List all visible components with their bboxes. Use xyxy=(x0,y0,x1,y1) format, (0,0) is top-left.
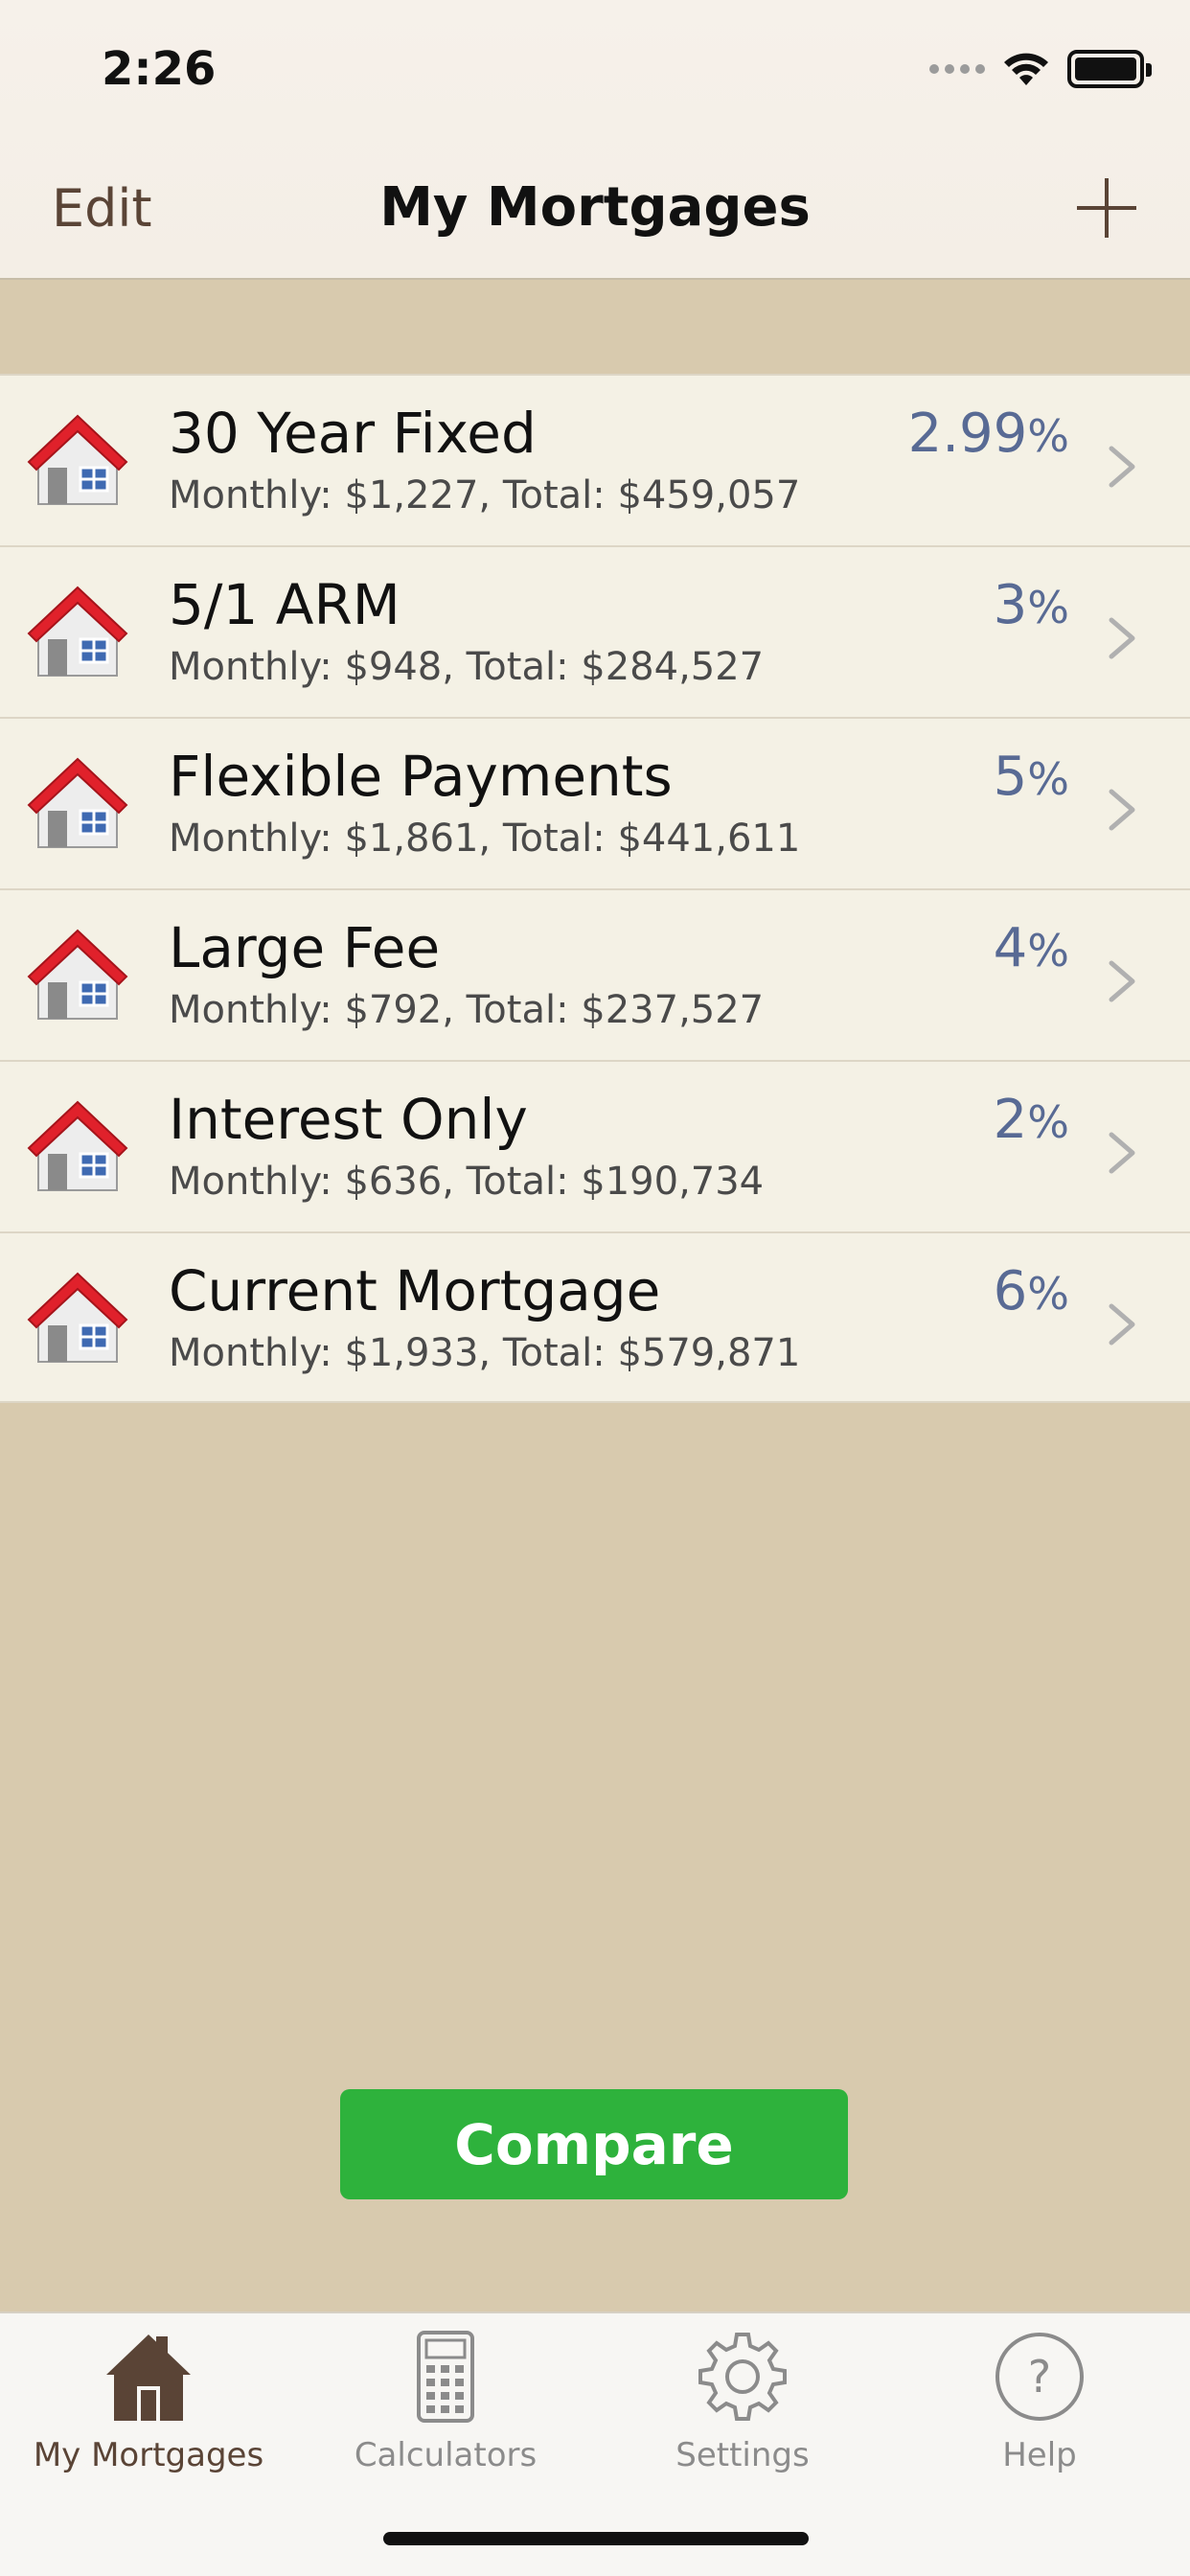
chevron-right-icon xyxy=(1109,617,1135,659)
page-title: My Mortgages xyxy=(379,176,811,239)
rate-value: 6 xyxy=(993,1260,1028,1322)
mortgage-name: Interest Only xyxy=(169,1087,528,1152)
chevron-right-icon xyxy=(1109,789,1135,831)
status-icons xyxy=(929,50,1152,88)
tab-settings[interactable]: Settings xyxy=(594,2329,891,2474)
tab-help[interactable]: ? Help xyxy=(891,2329,1188,2474)
mortgage-rate: 2.99% xyxy=(908,402,1069,465)
mortgage-name: Flexible Payments xyxy=(169,744,673,809)
calculator-icon xyxy=(417,2331,474,2423)
house-icon xyxy=(27,1272,128,1363)
mortgage-row[interactable]: 5/1 ARM Monthly: $948, Total: $284,527 3… xyxy=(0,545,1190,717)
question-icon: ? xyxy=(995,2333,1084,2421)
chevron-right-icon xyxy=(1109,960,1135,1002)
percent-sign: % xyxy=(1027,753,1069,805)
add-mortgage-button[interactable] xyxy=(1077,178,1136,238)
mortgage-row[interactable]: Flexible Payments Monthly: $1,861, Total… xyxy=(0,717,1190,888)
mortgage-rate: 6% xyxy=(994,1260,1069,1322)
compare-button[interactable]: Compare xyxy=(340,2089,848,2199)
battery-icon xyxy=(1067,50,1152,88)
chevron-right-icon xyxy=(1109,446,1135,488)
mortgage-row[interactable]: Current Mortgage Monthly: $1,933, Total:… xyxy=(0,1231,1190,1403)
tab-my-mortgages[interactable]: My Mortgages xyxy=(0,2329,297,2474)
home-indicator xyxy=(383,2532,809,2545)
svg-text:?: ? xyxy=(1028,2351,1051,2403)
top-bar: 2:26 Edit My Mortgages xyxy=(0,0,1190,280)
mortgage-summary: Monthly: $792, Total: $237,527 xyxy=(169,988,765,1032)
mortgage-rate: 2% xyxy=(994,1089,1069,1151)
status-time: 2:26 xyxy=(102,42,217,96)
rate-value: 2 xyxy=(993,1089,1028,1151)
mortgage-name: 5/1 ARM xyxy=(169,572,400,637)
mortgage-row[interactable]: Interest Only Monthly: $636, Total: $190… xyxy=(0,1060,1190,1231)
chevron-right-icon xyxy=(1109,1132,1135,1174)
screen: 2:26 Edit My Mortgages 30 Year Fixed Mon… xyxy=(0,0,1190,2576)
signal-icon xyxy=(929,64,985,74)
percent-sign: % xyxy=(1027,1096,1069,1148)
mortgage-summary: Monthly: $1,861, Total: $441,611 xyxy=(169,816,801,861)
tab-label: My Mortgages xyxy=(33,2436,264,2474)
tab-label: Help xyxy=(1002,2436,1077,2474)
mortgage-name: 30 Year Fixed xyxy=(169,401,537,466)
mortgage-rate: 5% xyxy=(994,746,1069,808)
mortgage-row[interactable]: 30 Year Fixed Monthly: $1,227, Total: $4… xyxy=(0,374,1190,545)
wifi-icon xyxy=(1002,51,1050,87)
house-icon xyxy=(27,414,128,505)
mortgage-summary: Monthly: $1,933, Total: $579,871 xyxy=(169,1331,801,1375)
tab-label: Calculators xyxy=(354,2436,538,2474)
house-icon xyxy=(27,1100,128,1191)
mortgage-name: Large Fee xyxy=(169,915,441,980)
percent-sign: % xyxy=(1027,410,1069,462)
mortgage-list: 30 Year Fixed Monthly: $1,227, Total: $4… xyxy=(0,374,1190,1403)
mortgage-name: Current Mortgage xyxy=(169,1258,661,1323)
gear-icon xyxy=(698,2333,787,2421)
rate-value: 3 xyxy=(993,574,1028,636)
percent-sign: % xyxy=(1027,1268,1069,1320)
house-icon xyxy=(27,929,128,1020)
house-icon xyxy=(27,757,128,848)
mortgage-row[interactable]: Large Fee Monthly: $792, Total: $237,527… xyxy=(0,888,1190,1060)
mortgage-summary: Monthly: $636, Total: $190,734 xyxy=(169,1160,765,1204)
house-icon xyxy=(27,586,128,677)
mortgage-rate: 4% xyxy=(994,917,1069,979)
percent-sign: % xyxy=(1027,582,1069,633)
rate-value: 2.99 xyxy=(907,402,1028,465)
mortgage-summary: Monthly: $1,227, Total: $459,057 xyxy=(169,473,801,518)
rate-value: 4 xyxy=(993,917,1028,979)
mortgage-summary: Monthly: $948, Total: $284,527 xyxy=(169,645,765,689)
house-icon xyxy=(106,2334,191,2421)
chevron-right-icon xyxy=(1109,1303,1135,1346)
tab-label: Settings xyxy=(675,2436,810,2474)
tab-calculators[interactable]: Calculators xyxy=(297,2329,594,2474)
percent-sign: % xyxy=(1027,925,1069,977)
rate-value: 5 xyxy=(993,746,1028,808)
mortgage-rate: 3% xyxy=(994,574,1069,636)
